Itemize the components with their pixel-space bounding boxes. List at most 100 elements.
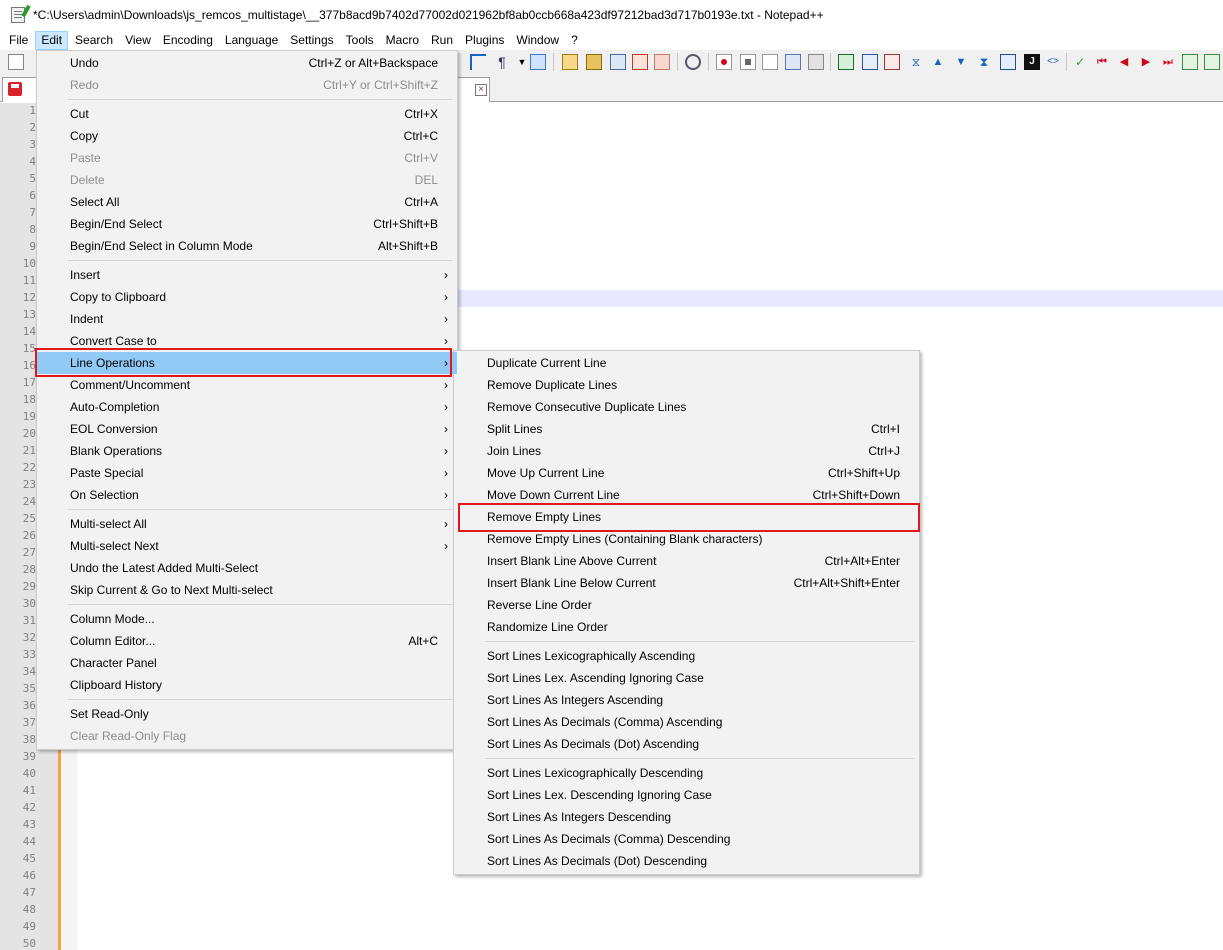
menu-settings[interactable]: Settings [285, 31, 338, 50]
monitoring-eye-icon[interactable] [685, 54, 701, 70]
record-macro-icon[interactable] [716, 54, 732, 70]
menu-item-set-read-only[interactable]: Set Read-Only [70, 703, 448, 725]
show-all-chars-icon[interactable]: ¶ [494, 54, 510, 70]
menu-view[interactable]: View [120, 31, 156, 50]
menu-item-sort-lines-as-integers-descending[interactable]: Sort Lines As Integers Descending [487, 806, 910, 828]
first-icon[interactable]: ⏮ [1094, 54, 1110, 70]
menu-item-remove-consecutive-duplicate-lines[interactable]: Remove Consecutive Duplicate Lines [487, 396, 910, 418]
run-multiple-icon[interactable] [785, 54, 801, 70]
menu-item-sort-lines-lex-ascending-ignoring-case[interactable]: Sort Lines Lex. Ascending Ignoring Case [487, 667, 910, 689]
menu-item-indent[interactable]: Indent › [70, 308, 448, 330]
down-arrow-icon[interactable]: ▼ [953, 54, 969, 70]
code-icon[interactable]: <> [1045, 54, 1061, 70]
menu-item-skip-current-go-to-next-multi-select[interactable]: Skip Current & Go to Next Multi-select [70, 579, 448, 601]
menu-item-undo-the-latest-added-multi-select[interactable]: Undo the Latest Added Multi-Select [70, 557, 448, 579]
menu-item-blank-operations[interactable]: Blank Operations › [70, 440, 448, 462]
check-icon[interactable]: ✓ [1072, 54, 1088, 70]
menu-item-sort-lines-lexicographically-descending[interactable]: Sort Lines Lexicographically Descending [487, 762, 910, 784]
menu-item-redo[interactable]: Redo Ctrl+Y or Ctrl+Shift+Z [70, 74, 448, 96]
menu-item-remove-empty-lines[interactable]: Remove Empty Lines [487, 506, 910, 528]
menu-item-cut[interactable]: Cut Ctrl+X [70, 103, 448, 125]
up-arrow-icon[interactable]: ▲ [930, 54, 946, 70]
menu-item-sort-lines-lex-descending-ignoring-case[interactable]: Sort Lines Lex. Descending Ignoring Case [487, 784, 910, 806]
function-list-icon[interactable] [632, 54, 648, 70]
last-icon[interactable]: ⏭ [1160, 54, 1176, 70]
goto-icon[interactable] [838, 54, 854, 70]
menu-search[interactable]: Search [70, 31, 118, 50]
menu-item-paste-special[interactable]: Paste Special › [70, 462, 448, 484]
menu-item-sort-lines-as-integers-ascending[interactable]: Sort Lines As Integers Ascending [487, 689, 910, 711]
menu-item-split-lines[interactable]: Split Lines Ctrl+I [487, 418, 910, 440]
menu-item-sort-lines-as-decimals-comma-descending[interactable]: Sort Lines As Decimals (Comma) Descendin… [487, 828, 910, 850]
menu-item-column-editor[interactable]: Column Editor... Alt+C [70, 630, 448, 652]
menu-item-move-down-current-line[interactable]: Move Down Current Line Ctrl+Shift+Down [487, 484, 910, 506]
expand-icon[interactable]: ⧗ [976, 54, 992, 70]
prev-icon[interactable]: ◀ [1116, 54, 1132, 70]
collapse-icon[interactable]: ⧖ [908, 54, 924, 70]
export-icon[interactable] [1204, 54, 1220, 70]
new-file-icon[interactable] [8, 54, 24, 70]
menu-window[interactable]: Window [511, 31, 564, 50]
menu-item-insert[interactable]: Insert › [70, 264, 448, 286]
menu-item-convert-case-to[interactable]: Convert Case to › [70, 330, 448, 352]
menu-item-column-mode[interactable]: Column Mode... [70, 608, 448, 630]
menu-encoding[interactable]: Encoding [158, 31, 218, 50]
folder-workspace-icon[interactable] [654, 54, 670, 70]
menu-item-copy[interactable]: Copy Ctrl+C [70, 125, 448, 147]
doc-list-icon[interactable] [610, 54, 626, 70]
menu-item-move-up-current-line[interactable]: Move Up Current Line Ctrl+Shift+Up [487, 462, 910, 484]
playback-icon[interactable] [762, 54, 778, 70]
menu-item-copy-to-clipboard[interactable]: Copy to Clipboard › [70, 286, 448, 308]
menu-item-randomize-line-order[interactable]: Randomize Line Order [487, 616, 910, 638]
menu-item-sort-lines-lexicographically-ascending[interactable]: Sort Lines Lexicographically Ascending [487, 645, 910, 667]
menu-item-paste[interactable]: Paste Ctrl+V [70, 147, 448, 169]
user-lang-icon[interactable] [562, 54, 578, 70]
menu-item-eol-conversion[interactable]: EOL Conversion › [70, 418, 448, 440]
menu-run[interactable]: Run [426, 31, 458, 50]
menu-file[interactable]: File [4, 31, 33, 50]
menu-item-on-selection[interactable]: On Selection › [70, 484, 448, 506]
menu-item-multi-select-all[interactable]: Multi-select All › [70, 513, 448, 535]
menu-item-undo[interactable]: Undo Ctrl+Z or Alt+Backspace [70, 52, 448, 74]
menu-macro[interactable]: Macro [381, 31, 424, 50]
menu-edit[interactable]: Edit [35, 30, 69, 50]
menu-item-remove-duplicate-lines[interactable]: Remove Duplicate Lines [487, 374, 910, 396]
bookmark-list-icon[interactable] [862, 54, 878, 70]
compare-icon[interactable] [884, 54, 900, 70]
next-icon[interactable]: ▶ [1138, 54, 1154, 70]
wrap-icon[interactable] [470, 54, 486, 70]
menu-item-begin-end-select[interactable]: Begin/End Select Ctrl+Shift+B [70, 213, 448, 235]
menu-item-insert-blank-line-above-current[interactable]: Insert Blank Line Above Current Ctrl+Alt+… [487, 550, 910, 572]
menu-item-remove-empty-lines-containing-blank-characters[interactable]: Remove Empty Lines (Containing Blank cha… [487, 528, 910, 550]
js-icon[interactable]: J [1024, 54, 1040, 70]
menu-item-clipboard-history[interactable]: Clipboard History [70, 674, 448, 696]
menu-item-duplicate-current-line[interactable]: Duplicate Current Line [487, 352, 910, 374]
dropdown-arrow-icon[interactable]: ▼ [514, 54, 530, 70]
menu-item-delete[interactable]: Delete DEL [70, 169, 448, 191]
menu-item-clear-read-only-flag[interactable]: Clear Read-Only Flag [70, 725, 448, 747]
tab-close-button[interactable]: × [475, 84, 487, 96]
menu-plugins[interactable]: Plugins [460, 31, 509, 50]
menu-item-join-lines[interactable]: Join Lines Ctrl+J [487, 440, 910, 462]
import-icon[interactable] [1182, 54, 1198, 70]
menu-item-sort-lines-as-decimals-dot-ascending[interactable]: Sort Lines As Decimals (Dot) Ascending [487, 733, 910, 755]
indent-guide-icon[interactable] [530, 54, 546, 70]
menu-language[interactable]: Language [220, 31, 283, 50]
menu-item-line-operations[interactable]: Line Operations › [70, 352, 448, 374]
stop-record-icon[interactable] [740, 54, 756, 70]
save-macro-icon[interactable] [808, 54, 824, 70]
menu-item-character-panel[interactable]: Character Panel [70, 652, 448, 674]
doc-map-icon[interactable] [586, 54, 602, 70]
panel-icon[interactable] [1000, 54, 1016, 70]
menu-item-auto-completion[interactable]: Auto-Completion › [70, 396, 448, 418]
menu-item-multi-select-next[interactable]: Multi-select Next › [70, 535, 448, 557]
menu-item-comment-uncomment[interactable]: Comment/Uncomment › [70, 374, 448, 396]
menu-tools[interactable]: Tools [341, 31, 379, 50]
menu-help[interactable]: ? [566, 31, 583, 50]
menu-item-sort-lines-as-decimals-comma-ascending[interactable]: Sort Lines As Decimals (Comma) Ascending [487, 711, 910, 733]
menu-item-reverse-line-order[interactable]: Reverse Line Order [487, 594, 910, 616]
menu-item-select-all[interactable]: Select All Ctrl+A [70, 191, 448, 213]
menu-item-sort-lines-as-decimals-dot-descending[interactable]: Sort Lines As Decimals (Dot) Descending [487, 850, 910, 872]
menu-item-insert-blank-line-below-current[interactable]: Insert Blank Line Below Current Ctrl+Alt+… [487, 572, 910, 594]
menu-item-begin-end-select-in-column-mode[interactable]: Begin/End Select in Column Mode Alt+Shift… [70, 235, 448, 257]
